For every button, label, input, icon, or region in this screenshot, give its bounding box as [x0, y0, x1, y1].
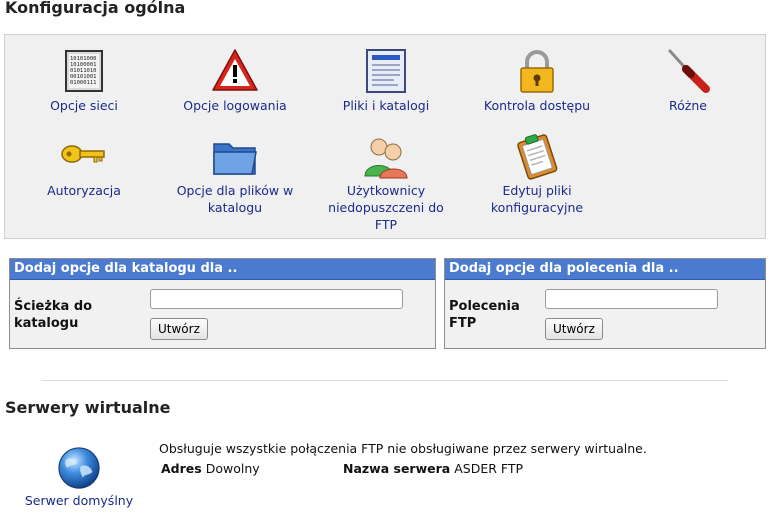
dir-path-label: Ścieżka do katalogu — [14, 299, 93, 331]
address-row: Adres Dowolny — [161, 461, 260, 476]
network-options-link[interactable]: 10101000 10100001 01011010 00101001 0100… — [19, 47, 149, 114]
files-dirs-link[interactable]: Pliki i katalogi — [321, 47, 451, 114]
edit-config-label: Edytuj pliki konfiguracyjne — [490, 183, 584, 215]
dir-file-options-link[interactable]: Opcje dla plików w katalogu — [170, 132, 300, 216]
access-control-label: Kontrola dostępu — [483, 98, 591, 113]
dir-options-header: Dodaj opcje dla katalogu dla .. — [10, 259, 435, 280]
create-cmd-options-button[interactable]: Utwórz — [545, 318, 603, 340]
denied-users-link[interactable]: Użytkownicy niedopuszczeni do FTP — [321, 132, 451, 233]
network-binary-icon: 10101000 10100001 01011010 00101001 0100… — [65, 50, 103, 92]
dir-path-input[interactable] — [150, 289, 403, 309]
server-name-row: Nazwa serwera ASDER FTP — [343, 461, 523, 476]
warning-icon — [212, 49, 258, 91]
default-server-link[interactable]: Serwer domyślny — [17, 445, 141, 508]
files-dirs-label: Pliki i katalogi — [342, 98, 430, 113]
cmd-options-header: Dodaj opcje dla polecenia dla .. — [445, 259, 765, 280]
misc-link[interactable]: Różne — [623, 47, 753, 114]
server-name-label: Nazwa serwera — [343, 461, 451, 476]
folder-icon — [213, 143, 257, 175]
general-config-panel: 10101000 10100001 01011010 00101001 0100… — [4, 34, 766, 239]
create-dir-options-button[interactable]: Utwórz — [150, 318, 208, 340]
dir-file-options-label: Opcje dla plików w katalogu — [176, 183, 294, 215]
cmd-options-form: Dodaj opcje dla polecenia dla .. Polecen… — [444, 258, 766, 349]
ftp-commands-input[interactable] — [545, 289, 718, 309]
login-options-link[interactable]: Opcje logowania — [170, 47, 300, 114]
ftp-commands-label: Polecenia FTP — [449, 299, 520, 331]
denied-users-label: Użytkownicy niedopuszczeni do FTP — [328, 183, 444, 232]
virtual-server-description: Obsługuje wszystkie połączenia FTP nie o… — [159, 441, 647, 456]
address-label: Adres — [161, 461, 202, 476]
authorization-link[interactable]: Autoryzacja — [19, 132, 149, 199]
dir-options-form: Dodaj opcje dla katalogu dla .. Ścieżka … — [9, 258, 436, 349]
svg-text:01000111: 01000111 — [70, 80, 97, 86]
default-server-label: Serwer domyślny — [24, 493, 134, 508]
network-options-label: Opcje sieci — [50, 98, 118, 113]
key-icon — [61, 145, 105, 163]
section-divider — [42, 380, 728, 381]
misc-label: Różne — [669, 98, 707, 113]
virtual-servers-title: Serwery wirtualne — [5, 398, 171, 417]
general-config-title: Konfiguracja ogólna — [5, 0, 186, 17]
padlock-icon — [520, 50, 554, 93]
globe-icon — [58, 447, 100, 489]
clipboard-edit-icon — [517, 134, 558, 180]
address-value: Dowolny — [205, 461, 260, 476]
authorization-label: Autoryzacja — [47, 183, 121, 198]
server-name-value: ASDER FTP — [454, 461, 524, 476]
users-icon — [364, 138, 408, 179]
access-control-link[interactable]: Kontrola dostępu — [472, 47, 602, 114]
login-options-label: Opcje logowania — [183, 98, 287, 113]
screwdriver-icon — [668, 49, 710, 93]
edit-config-link[interactable]: Edytuj pliki konfiguracyjne — [472, 132, 602, 216]
document-icon — [366, 49, 406, 93]
